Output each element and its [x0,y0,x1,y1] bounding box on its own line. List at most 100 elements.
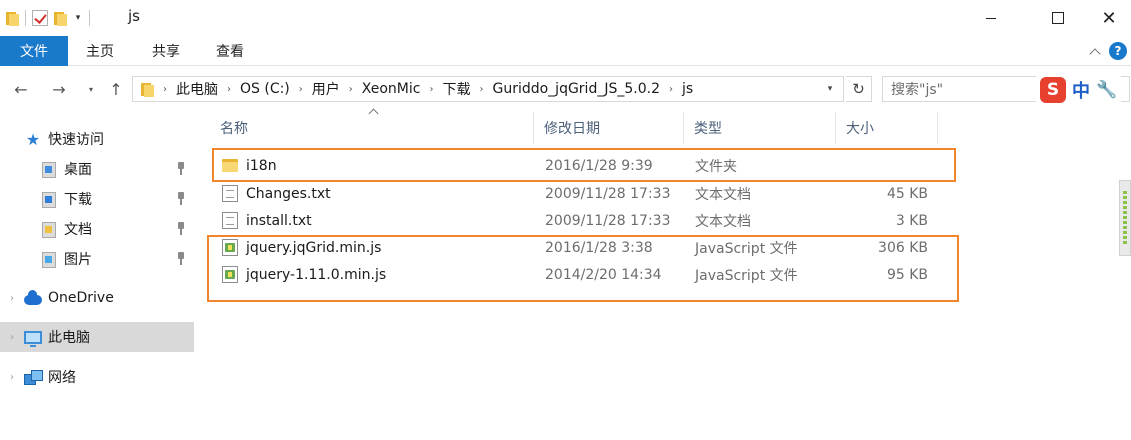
expand-chevron-icon[interactable]: › [0,293,24,304]
column-label: 类型 [694,121,722,137]
tab-home[interactable]: 主页 [74,36,126,66]
close-button[interactable]: ✕ [1087,0,1131,36]
file-type: 文本文档 [695,213,751,230]
pictures-folder-icon [40,250,58,268]
pin-icon[interactable] [176,222,186,236]
file-name: install.txt [246,212,312,229]
expand-chevron-icon[interactable]: › [0,372,24,383]
column-header-date[interactable]: 修改日期 [534,112,684,144]
up-button[interactable]: ↑ [103,76,129,102]
forward-button[interactable]: → [46,76,72,102]
text-file-icon [222,185,238,202]
column-header-size[interactable]: 大小 [836,112,938,144]
nav-item-desktop[interactable]: 桌面 [0,154,194,184]
nav-label: 此电脑 [48,330,90,346]
column-header-type[interactable]: 类型 [684,112,836,144]
file-name: Changes.txt [246,185,331,202]
wrench-icon[interactable]: 🔧 [1096,80,1117,100]
file-size: 45 KB [886,185,928,202]
ribbon-tabs: 文件 主页 共享 查看 ? [0,36,1131,66]
pin-icon[interactable] [176,192,186,206]
collapse-ribbon-chevron-icon[interactable] [1089,47,1101,60]
window-title: js [128,7,140,25]
ime-mode-toggle[interactable]: 中 [1072,77,1090,103]
file-row[interactable]: install.txt 2009/11/28 17:33 文本文档 3 KB [214,207,934,234]
help-icon[interactable]: ? [1109,42,1127,60]
folder-icon [141,82,154,97]
chevron-right-icon[interactable]: › [429,84,433,95]
pin-icon[interactable] [176,162,186,176]
chevron-right-icon[interactable]: › [299,84,303,95]
breadcrumb-js[interactable]: js [682,81,693,97]
address-dropdown-chevron-icon[interactable]: ▾ [823,82,837,96]
navigation-bar: ← → ▾ ↑ › 此电脑 › OS (C:) › 用户 › XeonMic ›… [0,70,1131,108]
ime-toolbar: S 中 🔧 [1036,75,1122,105]
recent-locations-button[interactable]: ▾ [84,76,98,102]
chevron-right-icon[interactable]: › [669,84,673,95]
computer-icon [24,328,42,347]
file-size: 3 KB [895,212,928,229]
breadcrumb-jqgrid[interactable]: Guriddo_jqGrid_JS_5.0.2 [492,81,660,97]
address-bar[interactable]: › 此电脑 › OS (C:) › 用户 › XeonMic › 下载 › Gu… [132,76,844,102]
breadcrumb-user[interactable]: XeonMic [362,81,421,97]
column-label: 修改日期 [544,121,600,137]
nav-item-onedrive[interactable]: › OneDrive [0,283,194,313]
quick-access-toolbar: ▾ [6,6,90,30]
nav-label: 文档 [64,222,92,238]
sort-ascending-icon [368,108,379,119]
new-folder-icon[interactable] [54,11,67,26]
pin-icon[interactable] [176,252,186,266]
nav-item-network[interactable]: › 网络 [0,362,194,392]
customize-toolbar-chevron-icon[interactable]: ▾ [73,13,83,23]
divider [25,10,26,26]
nav-item-pictures[interactable]: 图片 [0,244,194,274]
breadcrumb-os-drive[interactable]: OS (C:) [240,81,290,97]
chevron-right-icon[interactable]: › [349,84,353,95]
column-header-name[interactable]: 名称 [210,108,534,144]
network-icon [24,368,43,386]
nav-item-this-pc[interactable]: › 此电脑 [0,322,194,352]
nav-label: 下载 [64,192,92,208]
file-date: 2009/11/28 17:33 [545,212,671,229]
documents-folder-icon [40,220,58,238]
minimize-button[interactable] [963,0,1019,36]
nav-label: 网络 [48,370,76,386]
column-label: 名称 [220,121,248,137]
breadcrumb-users[interactable]: 用户 [312,79,340,99]
tab-file[interactable]: 文件 [0,36,68,66]
nav-label: 快速访问 [48,132,104,148]
tab-share[interactable]: 共享 [140,36,192,66]
title-bar: ▾ js ✕ [0,0,1131,36]
tab-view[interactable]: 查看 [204,36,256,66]
maximize-button[interactable] [1030,0,1086,36]
properties-icon[interactable] [32,10,48,26]
folder-icon[interactable] [6,11,19,26]
expand-chevron-icon[interactable]: › [0,332,24,343]
nav-item-downloads[interactable]: 下载 [0,184,194,214]
file-row[interactable]: Changes.txt 2009/11/28 17:33 文本文档 45 KB [214,180,934,207]
nav-item-quick-access[interactable]: ★ 快速访问 [0,124,194,154]
chevron-right-icon[interactable]: › [227,84,231,95]
highlight-box-folder [212,148,956,182]
divider [89,10,90,26]
cloud-icon [24,289,42,307]
back-button[interactable]: ← [8,76,34,102]
navigation-pane: ★ 快速访问 桌面 下载 文档 图片 › OneDrive › 此电脑 › 网络 [0,112,194,440]
refresh-button[interactable]: ↻ [846,76,872,102]
nav-label: 图片 [64,252,92,268]
ribbon-controls: ? [1089,36,1127,66]
breadcrumb-this-pc[interactable]: 此电脑 [176,79,218,99]
breadcrumb: › 此电脑 › OS (C:) › 用户 › XeonMic › 下载 › Gu… [133,79,693,99]
column-header: 名称 修改日期 类型 大小 [210,108,938,144]
breadcrumb-downloads[interactable]: 下载 [442,79,470,99]
chevron-right-icon[interactable]: › [163,84,167,95]
highlight-box-js-files [207,235,959,302]
download-folder-icon [40,190,58,208]
nav-label: OneDrive [48,290,114,306]
star-icon: ★ [25,129,41,149]
nav-item-documents[interactable]: 文档 [0,214,194,244]
vertical-scrollbar[interactable] [1119,180,1131,256]
sogou-ime-logo[interactable]: S [1040,77,1066,103]
chevron-right-icon[interactable]: › [479,84,483,95]
file-type: 文本文档 [695,186,751,203]
